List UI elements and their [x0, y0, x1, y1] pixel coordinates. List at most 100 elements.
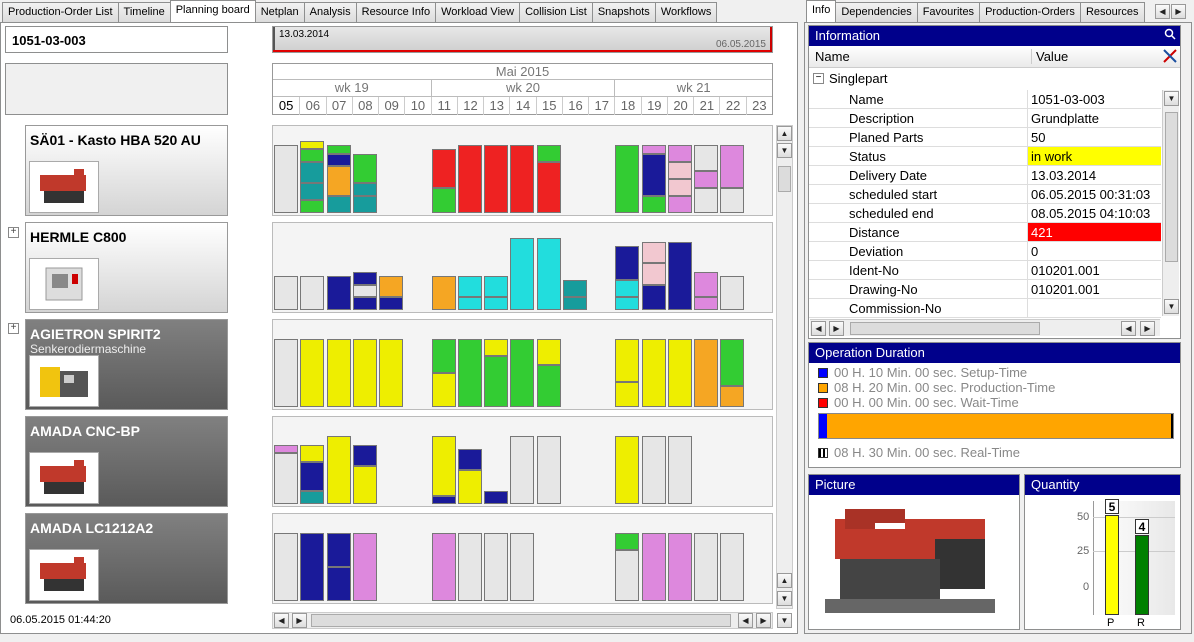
- info-row[interactable]: scheduled start 06.05.2015 00:31:03: [809, 185, 1161, 204]
- board-vertical-scrollbar[interactable]: ▲ ▼ ▲ ▼: [776, 125, 793, 609]
- operation-block[interactable]: [510, 237, 535, 310]
- operation-block[interactable]: [694, 187, 719, 213]
- operation-block[interactable]: [300, 183, 325, 201]
- operation-block[interactable]: [484, 145, 509, 213]
- operation-block[interactable]: [352, 444, 377, 466]
- operation-block[interactable]: [536, 162, 561, 213]
- operation-block[interactable]: [352, 284, 377, 298]
- operation-block[interactable]: [352, 183, 377, 196]
- machine-card-amada-cnc[interactable]: AMADA CNC-BP: [25, 416, 228, 507]
- info-row[interactable]: Commission-No: [809, 299, 1161, 318]
- info-horizontal-scrollbar[interactable]: ◀ ▶ ◀ ▶: [810, 319, 1160, 336]
- operation-block[interactable]: [352, 339, 377, 407]
- tab-workflows[interactable]: Workflows: [654, 2, 718, 22]
- scroll-left-icon[interactable]: ◀: [274, 613, 289, 628]
- tab-resources[interactable]: Resources: [1079, 2, 1145, 22]
- operation-block[interactable]: [300, 140, 325, 150]
- scroll-down-icon[interactable]: ▼: [777, 591, 792, 606]
- operation-block[interactable]: [720, 187, 745, 213]
- machine-card-hermle[interactable]: HERMLE C800: [25, 222, 228, 313]
- scroll-thumb[interactable]: [778, 166, 791, 192]
- operation-block[interactable]: [300, 491, 325, 504]
- operation-block[interactable]: [457, 470, 482, 504]
- operation-block[interactable]: [641, 242, 666, 264]
- operation-block[interactable]: [274, 276, 298, 310]
- tab-scroll-left-icon[interactable]: ◀: [1155, 4, 1170, 19]
- operation-block[interactable]: [720, 339, 745, 386]
- operation-block[interactable]: [300, 162, 325, 184]
- operation-block[interactable]: [720, 533, 745, 601]
- operation-block[interactable]: [615, 550, 640, 601]
- operation-block[interactable]: [667, 196, 692, 213]
- operation-block[interactable]: [615, 381, 640, 407]
- operation-block[interactable]: [720, 145, 745, 188]
- operation-block[interactable]: [431, 495, 456, 504]
- tab-resource-info[interactable]: Resource Info: [355, 2, 437, 22]
- operation-block[interactable]: [667, 339, 692, 407]
- operation-block[interactable]: [510, 339, 535, 407]
- tab-production-orders[interactable]: Production-Orders: [979, 2, 1081, 22]
- info-row[interactable]: Name 1051-03-003: [809, 90, 1161, 109]
- operation-block[interactable]: [641, 196, 666, 213]
- operation-block[interactable]: [641, 153, 666, 196]
- operation-block[interactable]: [720, 385, 745, 407]
- info-row[interactable]: Distance 421: [809, 223, 1161, 242]
- operation-block[interactable]: [431, 276, 456, 310]
- operation-block[interactable]: [641, 145, 666, 154]
- tab-collision-list[interactable]: Collision List: [519, 2, 593, 22]
- operation-block[interactable]: [274, 339, 298, 407]
- operation-block[interactable]: [457, 448, 482, 470]
- operation-block[interactable]: [667, 436, 692, 504]
- machine-card-amada-lc[interactable]: AMADA LC1212A2: [25, 513, 228, 604]
- operation-block[interactable]: [615, 297, 640, 310]
- operation-block[interactable]: [615, 339, 640, 382]
- tab-netplan[interactable]: Netplan: [254, 2, 305, 22]
- timeline-end-marker[interactable]: [770, 27, 772, 52]
- operation-block[interactable]: [562, 297, 587, 310]
- operation-block[interactable]: [326, 153, 351, 167]
- operation-block[interactable]: [694, 339, 719, 407]
- scroll-thumb[interactable]: [850, 322, 1040, 335]
- scroll-thumb[interactable]: [1165, 112, 1178, 262]
- operation-block[interactable]: [641, 263, 666, 285]
- operation-block[interactable]: [720, 276, 745, 310]
- operation-block[interactable]: [326, 533, 351, 567]
- operation-block[interactable]: [667, 242, 692, 310]
- operation-block[interactable]: [615, 533, 640, 550]
- operation-block[interactable]: [431, 339, 456, 373]
- scroll-right-icon[interactable]: ▶: [1140, 321, 1155, 336]
- info-row[interactable]: Status in work: [809, 147, 1161, 166]
- info-row[interactable]: Description Grundplatte: [809, 109, 1161, 128]
- operation-block[interactable]: [484, 533, 509, 601]
- operation-block[interactable]: [379, 339, 404, 407]
- operation-block[interactable]: [536, 436, 561, 504]
- resource-row[interactable]: [272, 125, 773, 216]
- tab-snapshots[interactable]: Snapshots: [591, 2, 656, 22]
- info-row[interactable]: Deviation 0: [809, 242, 1161, 261]
- operation-block[interactable]: [431, 149, 456, 188]
- operation-block[interactable]: [667, 533, 692, 601]
- tab-production-order-list[interactable]: Production-Order List: [2, 2, 119, 22]
- operation-block[interactable]: [694, 533, 719, 601]
- operation-block[interactable]: [379, 276, 404, 298]
- board-horizontal-scrollbar[interactable]: ◀ ▶ ◀ ▶: [272, 612, 773, 629]
- operation-block[interactable]: [641, 436, 666, 504]
- operation-block[interactable]: [300, 276, 325, 310]
- scroll-down-icon[interactable]: ▼: [1164, 299, 1179, 314]
- tab-analysis[interactable]: Analysis: [303, 2, 357, 22]
- operation-block[interactable]: [615, 145, 640, 213]
- operation-block[interactable]: [352, 271, 377, 285]
- operation-block[interactable]: [326, 567, 351, 601]
- tools-icon[interactable]: [1162, 48, 1178, 67]
- operation-block[interactable]: [536, 237, 561, 310]
- operation-block[interactable]: [300, 149, 325, 162]
- operation-block[interactable]: [536, 339, 561, 365]
- operation-block[interactable]: [352, 533, 377, 601]
- operation-block[interactable]: [615, 280, 640, 298]
- operation-block[interactable]: [641, 533, 666, 601]
- operation-block[interactable]: [667, 145, 692, 162]
- scroll-thumb[interactable]: [311, 614, 731, 627]
- operation-block[interactable]: [352, 297, 377, 310]
- operation-block[interactable]: [484, 356, 509, 407]
- operation-block[interactable]: [615, 436, 640, 504]
